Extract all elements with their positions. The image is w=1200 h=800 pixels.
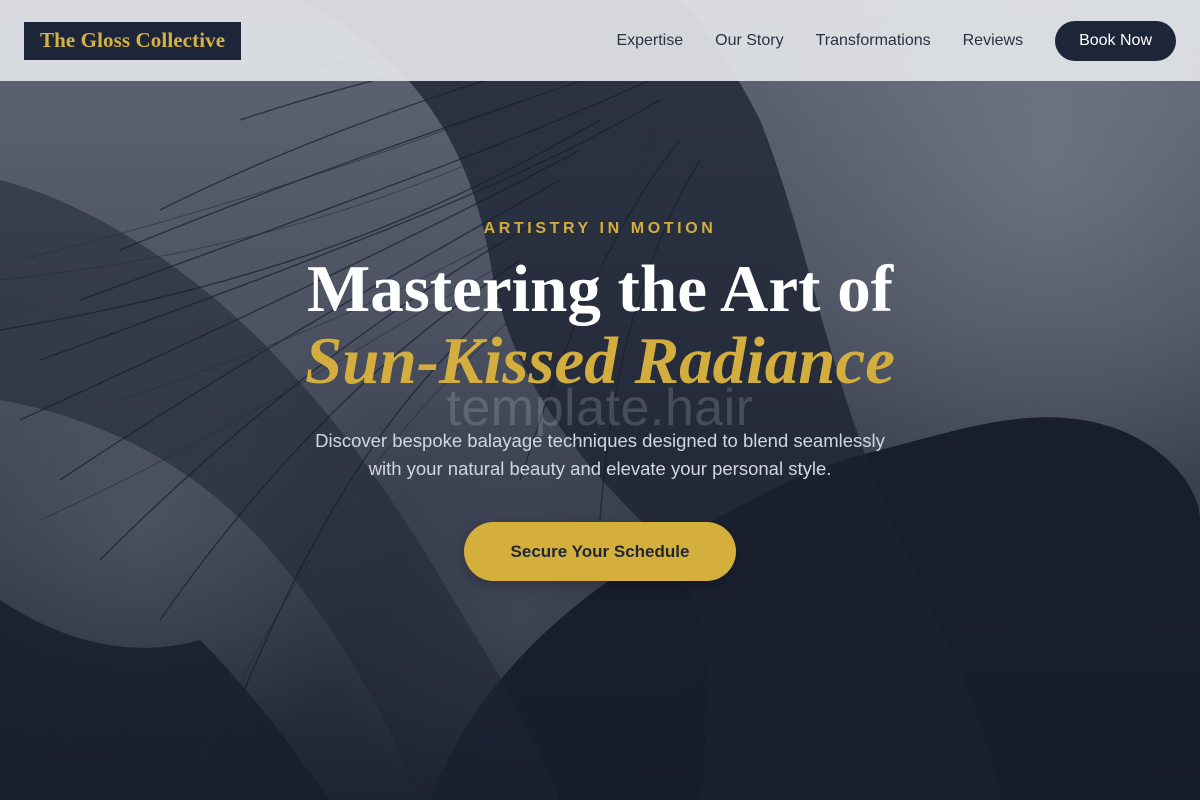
hero-headline-line1: Mastering the Art of: [306, 252, 894, 326]
hero-subtext: Discover bespoke balayage techniques des…: [315, 430, 885, 479]
book-now-button[interactable]: Book Now: [1055, 20, 1176, 61]
nav-link-expertise[interactable]: Expertise: [616, 32, 683, 50]
hero-eyebrow: ARTISTRY IN MOTION: [483, 220, 717, 237]
hero-section: ARTISTRY IN MOTION Mastering the Art of …: [0, 81, 1200, 800]
secure-schedule-button[interactable]: Secure Your Schedule: [464, 522, 736, 581]
site-header: The Gloss Collective Expertise Our Story…: [0, 0, 1200, 81]
brand-logo[interactable]: The Gloss Collective: [24, 21, 242, 60]
hero-headline: Mastering the Art of Sun-Kissed Radiance: [0, 253, 1200, 397]
nav-link-reviews[interactable]: Reviews: [963, 32, 1023, 50]
main-nav: Expertise Our Story Transformations Revi…: [616, 20, 1176, 61]
nav-link-our-story[interactable]: Our Story: [715, 32, 783, 50]
hero-headline-line2: Sun-Kissed Radiance: [304, 324, 896, 398]
nav-link-transformations[interactable]: Transformations: [816, 32, 931, 50]
